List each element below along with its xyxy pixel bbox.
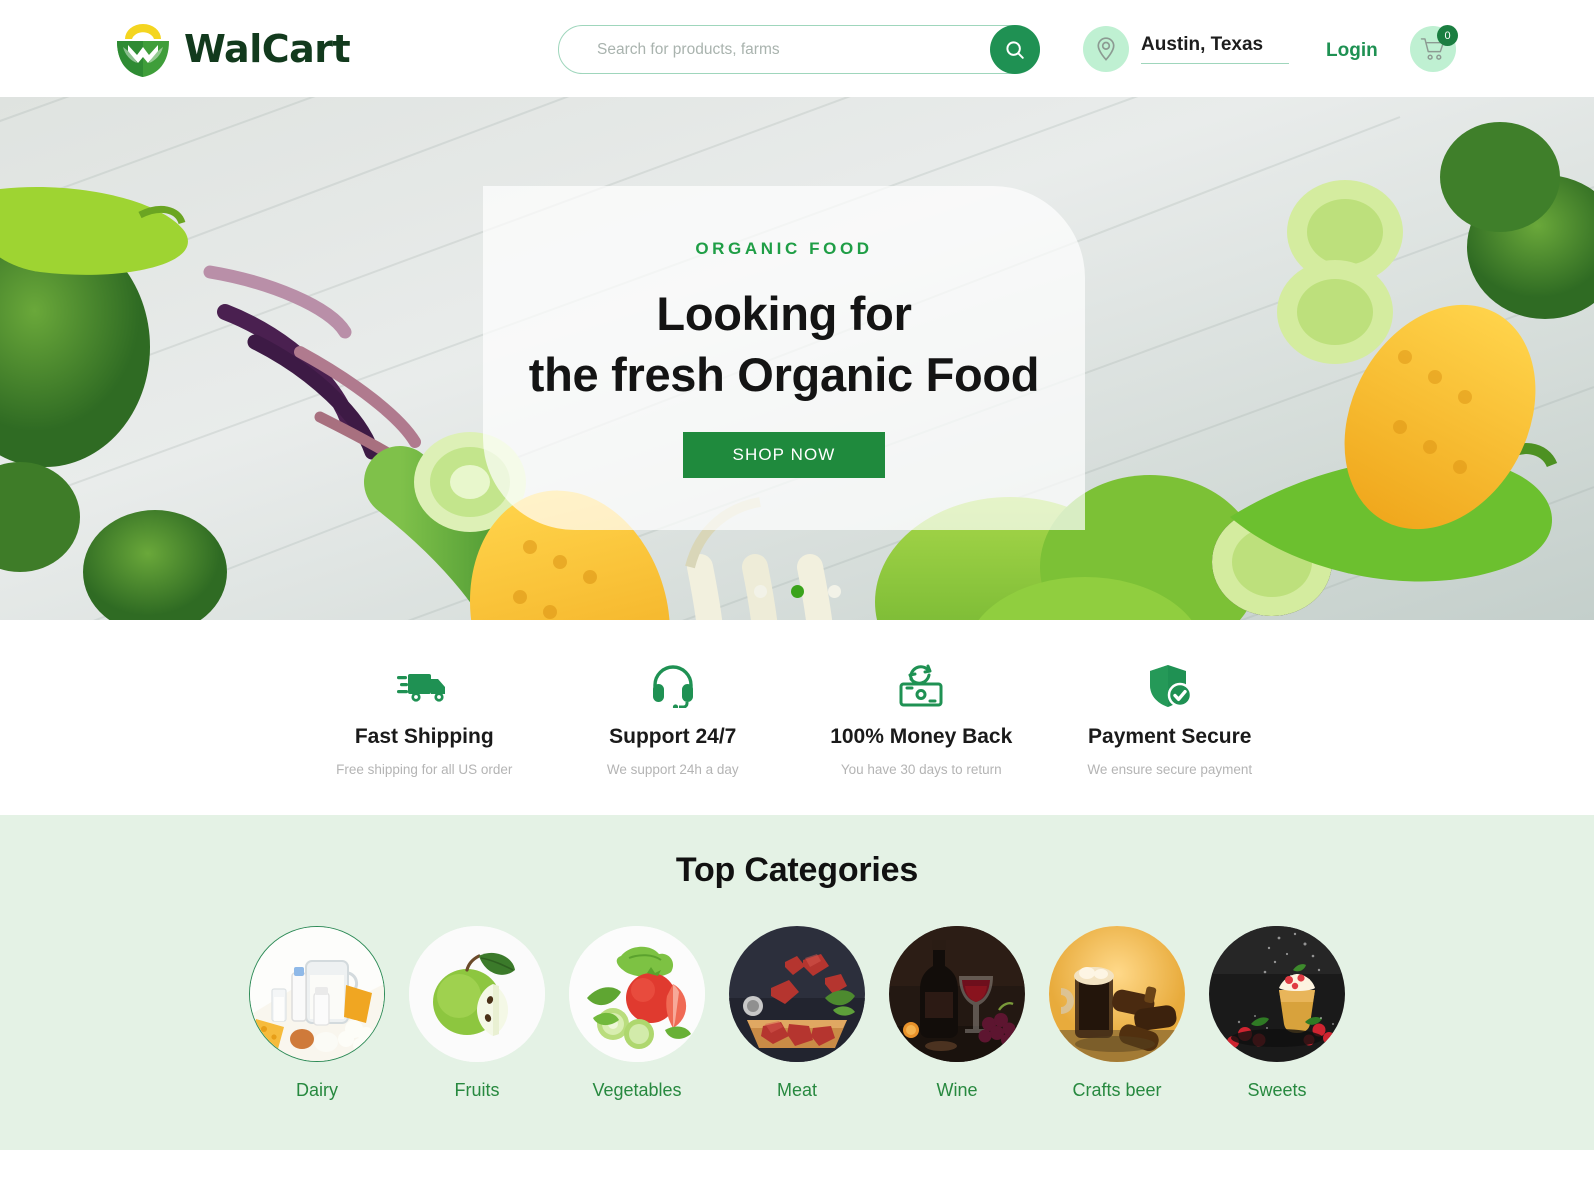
feature-fast-shipping: Fast Shipping Free shipping for all US o… xyxy=(300,620,549,777)
category-thumbnail xyxy=(569,926,705,1062)
search-box xyxy=(558,25,1040,74)
hero-kicker: ORGANIC FOOD xyxy=(695,239,873,258)
feature-title: 100% Money Back xyxy=(830,725,1013,748)
section-title: Top Categories xyxy=(675,851,919,889)
beer-mug-photo xyxy=(1049,926,1185,1062)
category-thumbnail xyxy=(409,926,545,1062)
carousel-dot-1[interactable] xyxy=(753,585,767,598)
top-categories-section: Top Categories Dairy Fruits Vegetables M… xyxy=(0,815,1594,1150)
money-back-icon-wrap xyxy=(797,662,1046,709)
map-pin-icon-wrap xyxy=(1083,26,1129,72)
category-item-meat[interactable]: Meat xyxy=(729,926,865,1101)
cart-button[interactable]: 0 xyxy=(1410,25,1458,72)
headset-support-icon xyxy=(652,664,693,708)
category-item-fruits[interactable]: Fruits xyxy=(409,926,545,1101)
shield-check-icon xyxy=(1149,664,1192,707)
feature-subtitle: You have 30 days to return xyxy=(840,762,1002,777)
dessert-cake-photo xyxy=(1209,926,1345,1062)
feature-subtitle: We ensure secure payment xyxy=(1087,762,1253,777)
category-item-vegetables[interactable]: Vegetables xyxy=(569,926,705,1101)
delivery-truck-icon-wrap xyxy=(300,662,549,709)
green-apples-photo xyxy=(409,926,545,1062)
carousel-dot-2[interactable] xyxy=(790,585,804,598)
carousel-dots xyxy=(0,585,1594,598)
search-icon xyxy=(1006,40,1024,59)
category-item-dairy[interactable]: Dairy xyxy=(249,926,385,1101)
category-item-crafts-beer[interactable]: Crafts beer xyxy=(1049,926,1185,1101)
hero-title-line-2: the fresh Organic Food xyxy=(528,348,1040,401)
hero-content-card: ORGANIC FOOD Looking for the fresh Organ… xyxy=(483,186,1085,530)
raw-meat-photo xyxy=(729,926,865,1062)
wine-bottle-photo xyxy=(889,926,1025,1062)
category-thumbnail xyxy=(729,926,865,1062)
category-label: Meat xyxy=(776,1080,818,1100)
delivery-truck-icon xyxy=(397,673,446,702)
feature-money-back: 100% Money Back You have 30 days to retu… xyxy=(797,620,1046,777)
location-input[interactable] xyxy=(1141,34,1289,64)
hero-title-line-1: Looking for xyxy=(656,287,912,340)
hero-banner: ORGANIC FOOD Looking for the fresh Organ… xyxy=(0,97,1594,620)
feature-title: Support 24/7 xyxy=(609,725,737,748)
features-strip: Fast Shipping Free shipping for all US o… xyxy=(0,620,1594,815)
feature-title: Payment Secure xyxy=(1088,725,1252,748)
feature-subtitle: We support 24h a day xyxy=(606,762,739,777)
leaf-sun-logo-icon xyxy=(117,23,169,77)
site-header: WalCart Login 0 xyxy=(0,0,1594,97)
page-footer-spacer xyxy=(0,1150,1594,1195)
map-pin-icon xyxy=(1097,37,1115,61)
category-list: Dairy Fruits Vegetables Meat Wine Crafts… xyxy=(0,926,1594,1101)
shop-now-button[interactable]: SHOP NOW xyxy=(683,432,885,478)
category-item-wine[interactable]: Wine xyxy=(889,926,1025,1101)
category-thumbnail xyxy=(1209,926,1345,1062)
feature-payment-secure: Payment Secure We ensure secure payment xyxy=(1046,620,1295,777)
category-thumbnail xyxy=(1049,926,1185,1062)
category-thumbnail xyxy=(889,926,1025,1062)
headset-support-icon-wrap xyxy=(549,662,798,709)
category-label: Crafts beer xyxy=(1072,1080,1162,1100)
carousel-dot-3[interactable] xyxy=(827,585,841,598)
category-label: Sweets xyxy=(1247,1080,1307,1100)
feature-title: Fast Shipping xyxy=(354,725,494,748)
money-back-icon xyxy=(899,664,943,706)
search-input[interactable] xyxy=(559,40,1039,59)
feature-support-24-7: Support 24/7 We support 24h a day xyxy=(549,620,798,777)
dairy-products-photo xyxy=(250,927,384,1061)
search-button[interactable] xyxy=(990,25,1040,74)
location-selector[interactable] xyxy=(1083,26,1289,72)
cart-count-badge: 0 xyxy=(1437,25,1458,46)
category-label: Dairy xyxy=(295,1080,338,1100)
category-label: Fruits xyxy=(454,1080,500,1100)
fresh-vegetables-photo xyxy=(569,926,705,1062)
hero-title: Looking for the fresh Organic Food xyxy=(528,283,1040,405)
shield-check-icon-wrap xyxy=(1046,662,1295,709)
brand-name: WalCart xyxy=(184,26,351,71)
category-label: Wine xyxy=(936,1080,978,1100)
category-thumbnail xyxy=(249,926,385,1062)
login-link[interactable]: Login xyxy=(1326,40,1378,62)
feature-subtitle: Free shipping for all US order xyxy=(336,762,513,777)
brand-logo[interactable]: WalCart xyxy=(112,21,351,77)
category-item-sweets[interactable]: Sweets xyxy=(1209,926,1345,1101)
search-bar[interactable] xyxy=(558,25,1040,74)
category-label: Vegetables xyxy=(592,1080,682,1100)
